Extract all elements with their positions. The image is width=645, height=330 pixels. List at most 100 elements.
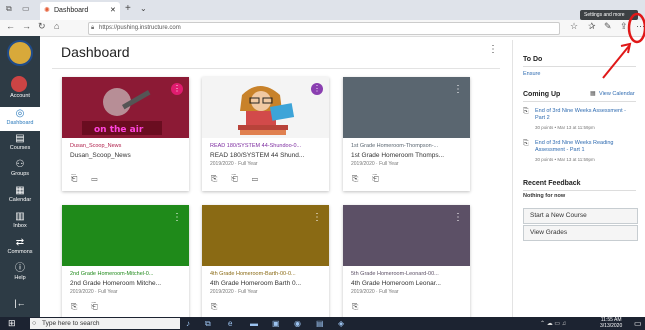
calendar-icon: ▦ — [15, 185, 25, 196]
coming-up-item-title[interactable]: End of 3rd Nine Weeks Reading Assessment… — [535, 140, 635, 154]
tab-list-icon[interactable]: ▭ — [22, 4, 30, 13]
start-new-course-button[interactable]: Start a New Course — [523, 208, 638, 224]
nav-label: Account — [10, 93, 30, 99]
assignment-icon: ⎘ — [523, 108, 529, 115]
clock-date: 3/13/2020 — [600, 323, 623, 329]
store-icon[interactable]: ▣ — [272, 319, 280, 328]
course-card-image: ⋮ — [202, 77, 329, 138]
course-name: READ 180/SYSTEM 44 Shund... — [210, 152, 305, 159]
course-card[interactable]: ⋮ READ 180/SYSTEM 44-Shundoo-0... READ 1… — [202, 77, 329, 191]
nav-dashboard[interactable]: ◎ Dashboard — [0, 107, 40, 131]
nav-calendar[interactable]: ▦ Calendar — [0, 185, 40, 204]
app-icon[interactable]: ◈ — [338, 319, 344, 328]
nav-label: Help — [14, 275, 26, 281]
tab-dashboard[interactable]: ✺ Dashboard ✕ — [40, 2, 120, 20]
card-options-icon[interactable]: ⋮ — [312, 213, 322, 223]
course-card-image: ⋮ — [343, 77, 470, 138]
lock-icon: 🔒︎ — [91, 25, 95, 31]
inbox-icon: ▥ — [15, 211, 25, 222]
collapse-nav-icon[interactable]: |← — [0, 298, 40, 308]
nav-label: Calendar — [8, 197, 32, 203]
card-actions: ⎘⎗▭ — [211, 174, 272, 184]
discussions-icon[interactable]: ⎗ — [91, 302, 111, 311]
card-options-icon[interactable]: ⋮ — [171, 83, 183, 95]
help-icon: ⓘ — [15, 263, 25, 274]
course-term: 2019/2020 · Full Year — [351, 161, 399, 167]
refresh-icon[interactable]: ↻ — [38, 21, 46, 32]
edge-browser-icon[interactable]: e — [228, 319, 232, 328]
dashboard-options-icon[interactable]: ⋮ — [488, 44, 498, 55]
course-card[interactable]: ⋮ 4th Grade Homeroom-Barth-00-0... 4th G… — [202, 205, 329, 319]
course-card-image: on the air ⋮ — [62, 77, 189, 138]
course-short-name[interactable]: 5th Grade Homeroom-Leonard-00... — [351, 271, 466, 277]
nav-help[interactable]: ⓘ Help — [0, 263, 40, 282]
system-tray-icons[interactable]: ⌃ ☁ ▭ ♫ — [540, 320, 566, 327]
card-options-icon[interactable]: ⋮ — [453, 213, 463, 223]
word-icon[interactable]: ▤ — [316, 319, 324, 328]
card-options-icon[interactable]: ⋮ — [453, 85, 463, 95]
course-card-image: ⋮ — [202, 205, 329, 266]
card-actions: ⎘⎗ — [352, 174, 393, 184]
close-tab-icon[interactable]: ✕ — [110, 6, 116, 14]
back-icon[interactable]: ← — [6, 21, 15, 31]
course-card[interactable]: on the air ⋮ Dusan_Scoop_News Dusan_Scoo… — [62, 77, 189, 191]
todo-link[interactable]: Ensure — [523, 71, 540, 77]
files-icon[interactable]: ▭ — [252, 174, 272, 183]
view-calendar-link[interactable]: View Calendar — [599, 91, 635, 97]
new-tab-button[interactable]: + — [125, 3, 131, 14]
assignments-icon[interactable]: ⎘ — [352, 174, 372, 183]
home-icon[interactable]: ⌂ — [54, 21, 59, 31]
nav-commons[interactable]: ⇄ Commons — [0, 238, 40, 256]
file-explorer-icon[interactable]: ▬ — [250, 319, 258, 328]
chevron-down-icon[interactable]: ⌄ — [140, 4, 147, 13]
course-short-name[interactable]: Dusan_Scoop_News — [70, 143, 185, 149]
avatar — [11, 76, 27, 92]
url-input[interactable]: 🔒︎ https://pushing.instructure.com — [88, 22, 560, 35]
card-options-icon[interactable]: ⋮ — [172, 213, 182, 223]
browser-tab-bar: ⧉ ▭ ✺ Dashboard ✕ + ⌄ — [0, 0, 645, 20]
clock[interactable]: 11:55 AM 3/13/2020 — [600, 317, 622, 329]
windows-taskbar: ⊞ ○ Type here to search ♪ ⧉ e ▬ ▣ ◉ ▤ ◈ … — [0, 317, 645, 330]
mic-icon[interactable]: ♪ — [186, 319, 190, 328]
coming-up-item-title[interactable]: End of 3rd Nine Weeks Assessment - Part … — [535, 108, 635, 122]
course-term: 2019/2020 · Full Year — [70, 289, 118, 295]
assignments-icon[interactable]: ⎘ — [211, 174, 231, 183]
search-icon: ○ — [32, 320, 37, 327]
course-card-image: ⋮ — [62, 205, 189, 266]
nav-account[interactable]: Account — [0, 76, 40, 99]
global-navigation: Account ◎ Dashboard ▤ Courses ⚇ Groups ▦… — [0, 36, 40, 317]
taskbar-search-input[interactable]: ○ Type here to search — [30, 318, 180, 329]
nav-courses[interactable]: ▤ Courses — [0, 134, 40, 152]
tab-actions-icon[interactable]: ⧉ — [6, 4, 12, 14]
course-short-name[interactable]: 4th Grade Homeroom-Barth-00-0... — [210, 271, 325, 277]
nav-inbox[interactable]: ▥ Inbox — [0, 211, 40, 230]
view-grades-button[interactable]: View Grades — [523, 225, 638, 241]
school-logo[interactable] — [7, 40, 33, 66]
announcements-icon[interactable]: ⎗ — [71, 174, 91, 183]
task-view-icon[interactable]: ⧉ — [205, 319, 211, 329]
discussions-icon[interactable]: ⎗ — [231, 174, 251, 183]
assignments-icon[interactable]: ⎘ — [211, 302, 231, 311]
nav-label: Dashboard — [6, 120, 34, 126]
course-short-name[interactable]: READ 180/SYSTEM 44-Shundoo-0... — [210, 143, 325, 149]
chrome-icon[interactable]: ◉ — [294, 319, 301, 328]
windows-start-icon[interactable]: ⊞ — [8, 318, 16, 329]
assignments-icon[interactable]: ⎘ — [71, 302, 91, 311]
coming-up-item-meta: 30 points • Mar 13 at 11:59pm — [535, 125, 595, 130]
course-card[interactable]: ⋮ 2nd Grade Homeroom-Mitchel-0... 2nd Gr… — [62, 205, 189, 319]
nav-groups[interactable]: ⚇ Groups — [0, 160, 40, 178]
assignments-icon[interactable]: ⎘ — [352, 302, 372, 311]
course-short-name[interactable]: 1st Grade Homeroom-Thompson-... — [351, 143, 466, 149]
notifications-icon[interactable]: ▭ — [634, 319, 642, 328]
discussions-icon[interactable]: ⎗ — [372, 174, 392, 183]
dashboard-icon: ◎ — [15, 108, 25, 119]
card-options-icon[interactable]: ⋮ — [311, 83, 323, 95]
course-card[interactable]: ⋮ 1st Grade Homeroom-Thompson-... 1st Gr… — [343, 77, 470, 191]
nav-label: Groups — [10, 171, 30, 177]
course-short-name[interactable]: 2nd Grade Homeroom-Mitchel-0... — [70, 271, 185, 277]
card-actions: ⎘ — [211, 302, 231, 312]
course-card[interactable]: ⋮ 5th Grade Homeroom-Leonard-00... 4th G… — [343, 205, 470, 319]
files-icon[interactable]: ▭ — [91, 174, 111, 183]
forward-icon[interactable]: → — [22, 21, 31, 31]
canvas-favicon-icon: ✺ — [44, 7, 50, 14]
